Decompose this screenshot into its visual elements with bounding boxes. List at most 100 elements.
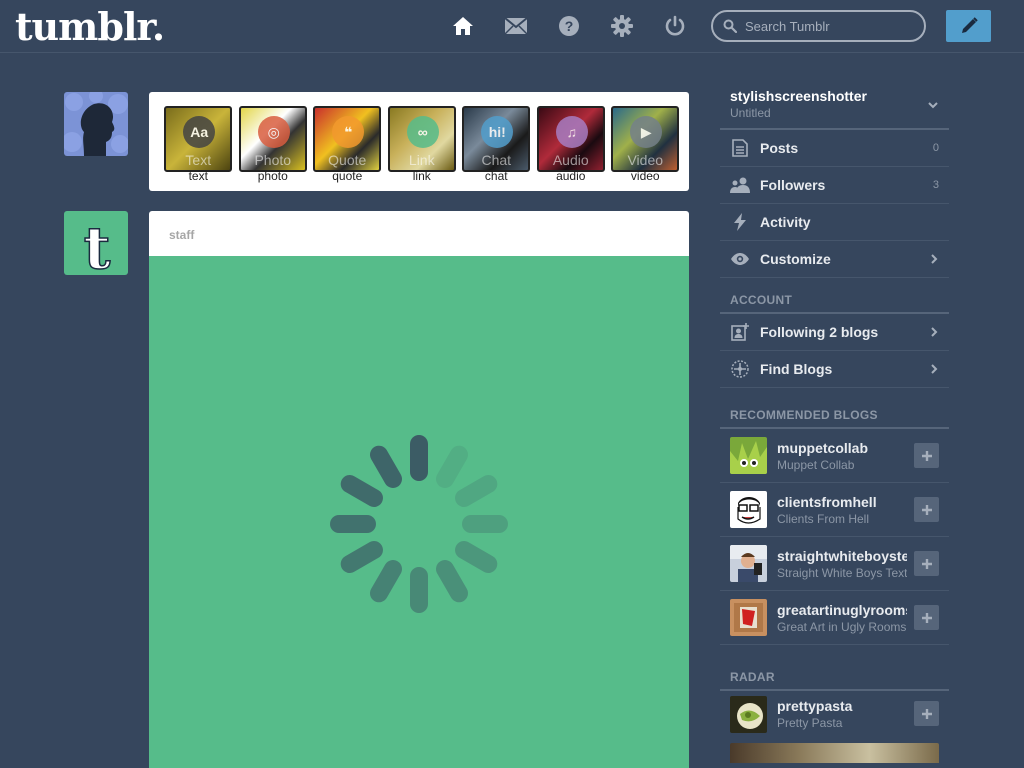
post-type-photo[interactable]: ◎ Photo photo <box>236 106 311 191</box>
search-input[interactable] <box>745 18 915 34</box>
post-type-quote[interactable]: ❝ Quote quote <box>310 106 385 191</box>
blog-title: Untitled <box>730 106 771 120</box>
recommended-blog-greatartinuglyrooms[interactable]: greatartinuglyrooms Great Art in Ugly Roo… <box>720 591 949 645</box>
post-type-text-icon: Aa <box>183 116 216 148</box>
blog-name[interactable]: clientsfromhell <box>777 494 907 510</box>
post-type-audio-icon: ♫ <box>555 116 588 148</box>
blog-title: Muppet Collab <box>777 457 855 472</box>
blog-name: stylishscreenshotter <box>730 88 867 104</box>
sidebar-item-posts[interactable]: Posts 0 <box>720 130 949 167</box>
settings-gear-icon[interactable] <box>609 13 635 39</box>
post-type-ghost-label: Text <box>185 152 212 168</box>
follow-blog-button[interactable] <box>914 551 939 576</box>
blog-avatar[interactable] <box>730 695 767 733</box>
blog-name[interactable]: greatartinuglyrooms <box>777 602 907 618</box>
blog-name[interactable]: straightwhiteboystexting <box>777 548 907 564</box>
sidebar-item-label: Following 2 blogs <box>760 324 879 340</box>
blog-name[interactable]: muppetcollab <box>777 440 907 456</box>
follow-blog-button[interactable] <box>914 701 939 726</box>
sidebar-item-customize[interactable]: Customize <box>720 241 949 278</box>
blog-avatar[interactable] <box>730 491 767 528</box>
follow-blog-button[interactable] <box>914 605 939 630</box>
spinner-segment <box>340 475 383 507</box>
recommended-blog-straightwhiteboystexting[interactable]: straightwhiteboystextingStraight White B… <box>720 537 949 591</box>
post-type-thumbnail: ❝ Quote <box>313 106 382 172</box>
post-type-thumbnail: ♫ Audio <box>536 106 605 172</box>
follow-blog-button[interactable] <box>914 443 939 468</box>
radar-preview-image[interactable] <box>730 743 939 763</box>
staff-post: staff <box>149 211 689 768</box>
search-box <box>711 10 926 42</box>
blog-title: Pretty Pasta <box>777 716 843 730</box>
post-type-video-icon: ▶ <box>630 116 663 148</box>
pencil-icon <box>961 17 978 33</box>
post-type-ghost-label: Quote <box>328 152 367 168</box>
sidebar-item-label: Followers <box>760 177 826 193</box>
post-type-link-icon: ∞ <box>406 116 439 148</box>
tumblr-logo[interactable]: tumblr. <box>15 4 165 49</box>
post-type-ghost-label: Video <box>627 152 664 168</box>
blog-avatar[interactable] <box>730 545 767 582</box>
post-type-photo-icon: ◎ <box>257 116 290 148</box>
post-type-ghost-label: Audio <box>552 152 589 168</box>
chevron-right-icon <box>931 254 938 264</box>
recommended-blogs-list: muppetcollab Muppet Collab clientsfromhell… <box>720 429 949 645</box>
plus-icon <box>921 450 932 461</box>
staff-avatar[interactable]: t <box>64 211 128 275</box>
sidebar-item-followers[interactable]: Followers 3 <box>720 167 949 204</box>
compose-post-button[interactable] <box>946 10 991 42</box>
spinner-segment <box>370 445 402 488</box>
follow-blog-button[interactable] <box>914 497 939 522</box>
sidebar: stylishscreenshotter Untitled Posts 0 Fo… <box>720 85 949 763</box>
sidebar-item-label: Posts <box>760 140 799 156</box>
following-person-plus-icon <box>730 322 750 342</box>
radar-list: prettypasta Pretty Pasta <box>720 691 949 737</box>
post-type-ghost-label: Link <box>408 152 435 168</box>
help-icon[interactable]: ? <box>556 13 582 39</box>
logout-power-icon[interactable] <box>662 13 688 39</box>
post-type-chat[interactable]: hi! Chat chat <box>459 106 534 191</box>
post-type-text[interactable]: Aa Text text <box>161 106 236 191</box>
recommended-blog-muppetcollab[interactable]: muppetcollab Muppet Collab <box>720 429 949 483</box>
post-type-thumbnail: ∞ Link <box>387 106 456 172</box>
post-type-link[interactable]: ∞ Link link <box>385 106 460 191</box>
recommended-blog-clientsfromhell[interactable]: clientsfromhell Clients From Hell <box>720 483 949 537</box>
activity-lightning-icon <box>730 212 750 232</box>
spinner-segment <box>436 560 468 603</box>
user-avatar[interactable] <box>64 92 128 156</box>
followers-count: 3 <box>932 179 939 191</box>
posts-document-icon <box>730 138 750 158</box>
chevron-right-icon <box>931 327 938 337</box>
search-icon <box>723 19 737 33</box>
loading-spinner-icon <box>330 435 508 613</box>
post-content <box>149 256 689 768</box>
spinner-segment <box>340 541 383 573</box>
radar-blog-prettypasta[interactable]: prettypasta Pretty Pasta <box>720 691 949 737</box>
post-author[interactable]: staff <box>149 211 689 256</box>
recommended-blogs-heading: RECOMMENDED BLOGS <box>720 405 949 429</box>
sidebar-item-label: Find Blogs <box>760 361 833 377</box>
svg-text:t: t <box>84 214 111 275</box>
spinner-segment <box>370 560 402 603</box>
inbox-icon[interactable] <box>503 13 529 39</box>
find-blogs-compass-icon <box>730 359 750 379</box>
blog-avatar[interactable] <box>730 437 767 474</box>
home-icon[interactable] <box>450 13 476 39</box>
account-heading: ACCOUNT <box>720 290 949 314</box>
spinner-segment <box>436 445 468 488</box>
blog-switcher[interactable]: stylishscreenshotter Untitled <box>720 85 949 130</box>
blog-title: Clients From Hell <box>777 511 870 526</box>
post-type-video[interactable]: ▶ Video video <box>608 106 683 191</box>
sidebar-item-find-blogs[interactable]: Find Blogs <box>720 351 949 388</box>
sidebar-item-activity[interactable]: Activity <box>720 204 949 241</box>
blog-title: Great Art in Ugly Rooms <box>777 619 907 634</box>
plus-icon <box>921 558 932 569</box>
blog-name[interactable]: prettypasta <box>777 698 907 714</box>
followers-people-icon <box>730 175 750 195</box>
sidebar-item-label: Customize <box>760 251 831 267</box>
post-type-audio[interactable]: ♫ Audio audio <box>534 106 609 191</box>
blog-avatar[interactable] <box>730 599 767 636</box>
post-type-ghost-label: Photo <box>254 152 292 168</box>
sidebar-item-following[interactable]: Following 2 blogs <box>720 314 949 351</box>
spinner-segment <box>455 541 498 573</box>
